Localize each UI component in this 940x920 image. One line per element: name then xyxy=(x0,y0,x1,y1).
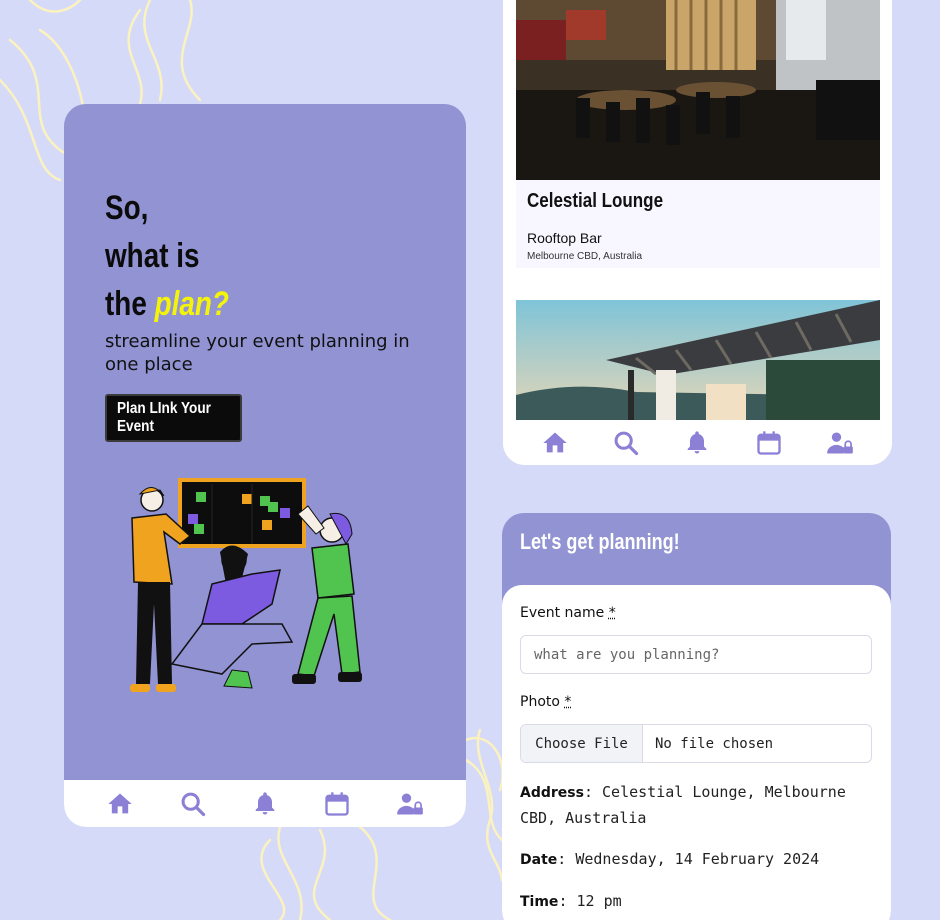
form-title: Let's get planning! xyxy=(520,529,680,554)
time-value: 12 pm xyxy=(576,892,622,910)
event-name-label-text: Event name xyxy=(520,605,605,621)
title-line-3-prefix: the xyxy=(105,285,147,323)
venue-card[interactable] xyxy=(516,300,880,420)
home-screen: So, what is the plan? streamline your ev… xyxy=(64,104,466,827)
title-line-1: So, xyxy=(105,189,149,227)
venue-photo xyxy=(516,0,880,180)
photo-label: Photo * xyxy=(520,694,571,710)
time-label: Time xyxy=(520,894,559,910)
home-icon[interactable] xyxy=(540,428,570,458)
bell-icon[interactable] xyxy=(682,428,712,458)
hero-subtitle: streamline your event planning in one pl… xyxy=(105,331,410,375)
form-body: Event name * Photo * Choose File No file… xyxy=(502,585,891,920)
bottom-nav xyxy=(503,420,892,465)
calendar-icon[interactable] xyxy=(322,789,352,819)
time-line: Time: 12 pm xyxy=(520,892,622,910)
title-accent: plan? xyxy=(154,285,229,323)
file-status: No file chosen xyxy=(655,735,774,752)
required-marker: * xyxy=(564,694,572,710)
venue-photo xyxy=(516,300,880,420)
address-label: Address xyxy=(520,785,584,801)
photo-file-input[interactable]: Choose File No file chosen xyxy=(520,724,872,763)
date-value: Wednesday, 14 February 2024 xyxy=(575,850,820,868)
event-name-label: Event name * xyxy=(520,605,616,621)
address-line: Address: Celestial Lounge, Melbourne CBD… xyxy=(520,783,846,827)
date-line: Date: Wednesday, 14 February 2024 xyxy=(520,850,820,868)
plan-event-button[interactable]: Plan LInk Your Event xyxy=(105,394,242,442)
event-form-screen: Let's get planning! Event name * Photo *… xyxy=(502,513,891,920)
home-icon[interactable] xyxy=(105,789,135,819)
title-line-2: what is xyxy=(105,237,200,275)
hero-title: So, what is the plan? xyxy=(105,184,351,328)
team-planning-illustration xyxy=(130,478,362,692)
user-lock-icon[interactable] xyxy=(395,789,425,819)
venue-type: Rooftop Bar xyxy=(527,230,602,246)
venue-card[interactable]: Celestial Lounge Rooftop Bar Melbourne C… xyxy=(516,0,880,268)
calendar-icon[interactable] xyxy=(754,428,784,458)
venue-list-screen: Celestial Lounge Rooftop Bar Melbourne C… xyxy=(503,0,892,465)
bell-icon[interactable] xyxy=(250,789,280,819)
required-marker: * xyxy=(608,605,616,621)
event-name-input[interactable] xyxy=(520,635,872,674)
user-lock-icon[interactable] xyxy=(825,428,855,458)
cta-label: Plan LInk Your Event xyxy=(116,400,211,435)
venue-location: Melbourne CBD, Australia xyxy=(527,251,643,262)
photo-label-text: Photo xyxy=(520,694,560,710)
date-label: Date xyxy=(520,852,558,868)
search-icon[interactable] xyxy=(178,789,208,819)
choose-file-button[interactable]: Choose File xyxy=(521,725,643,762)
search-icon[interactable] xyxy=(611,428,641,458)
venue-name: Celestial Lounge xyxy=(527,190,664,212)
bottom-nav xyxy=(64,780,466,827)
